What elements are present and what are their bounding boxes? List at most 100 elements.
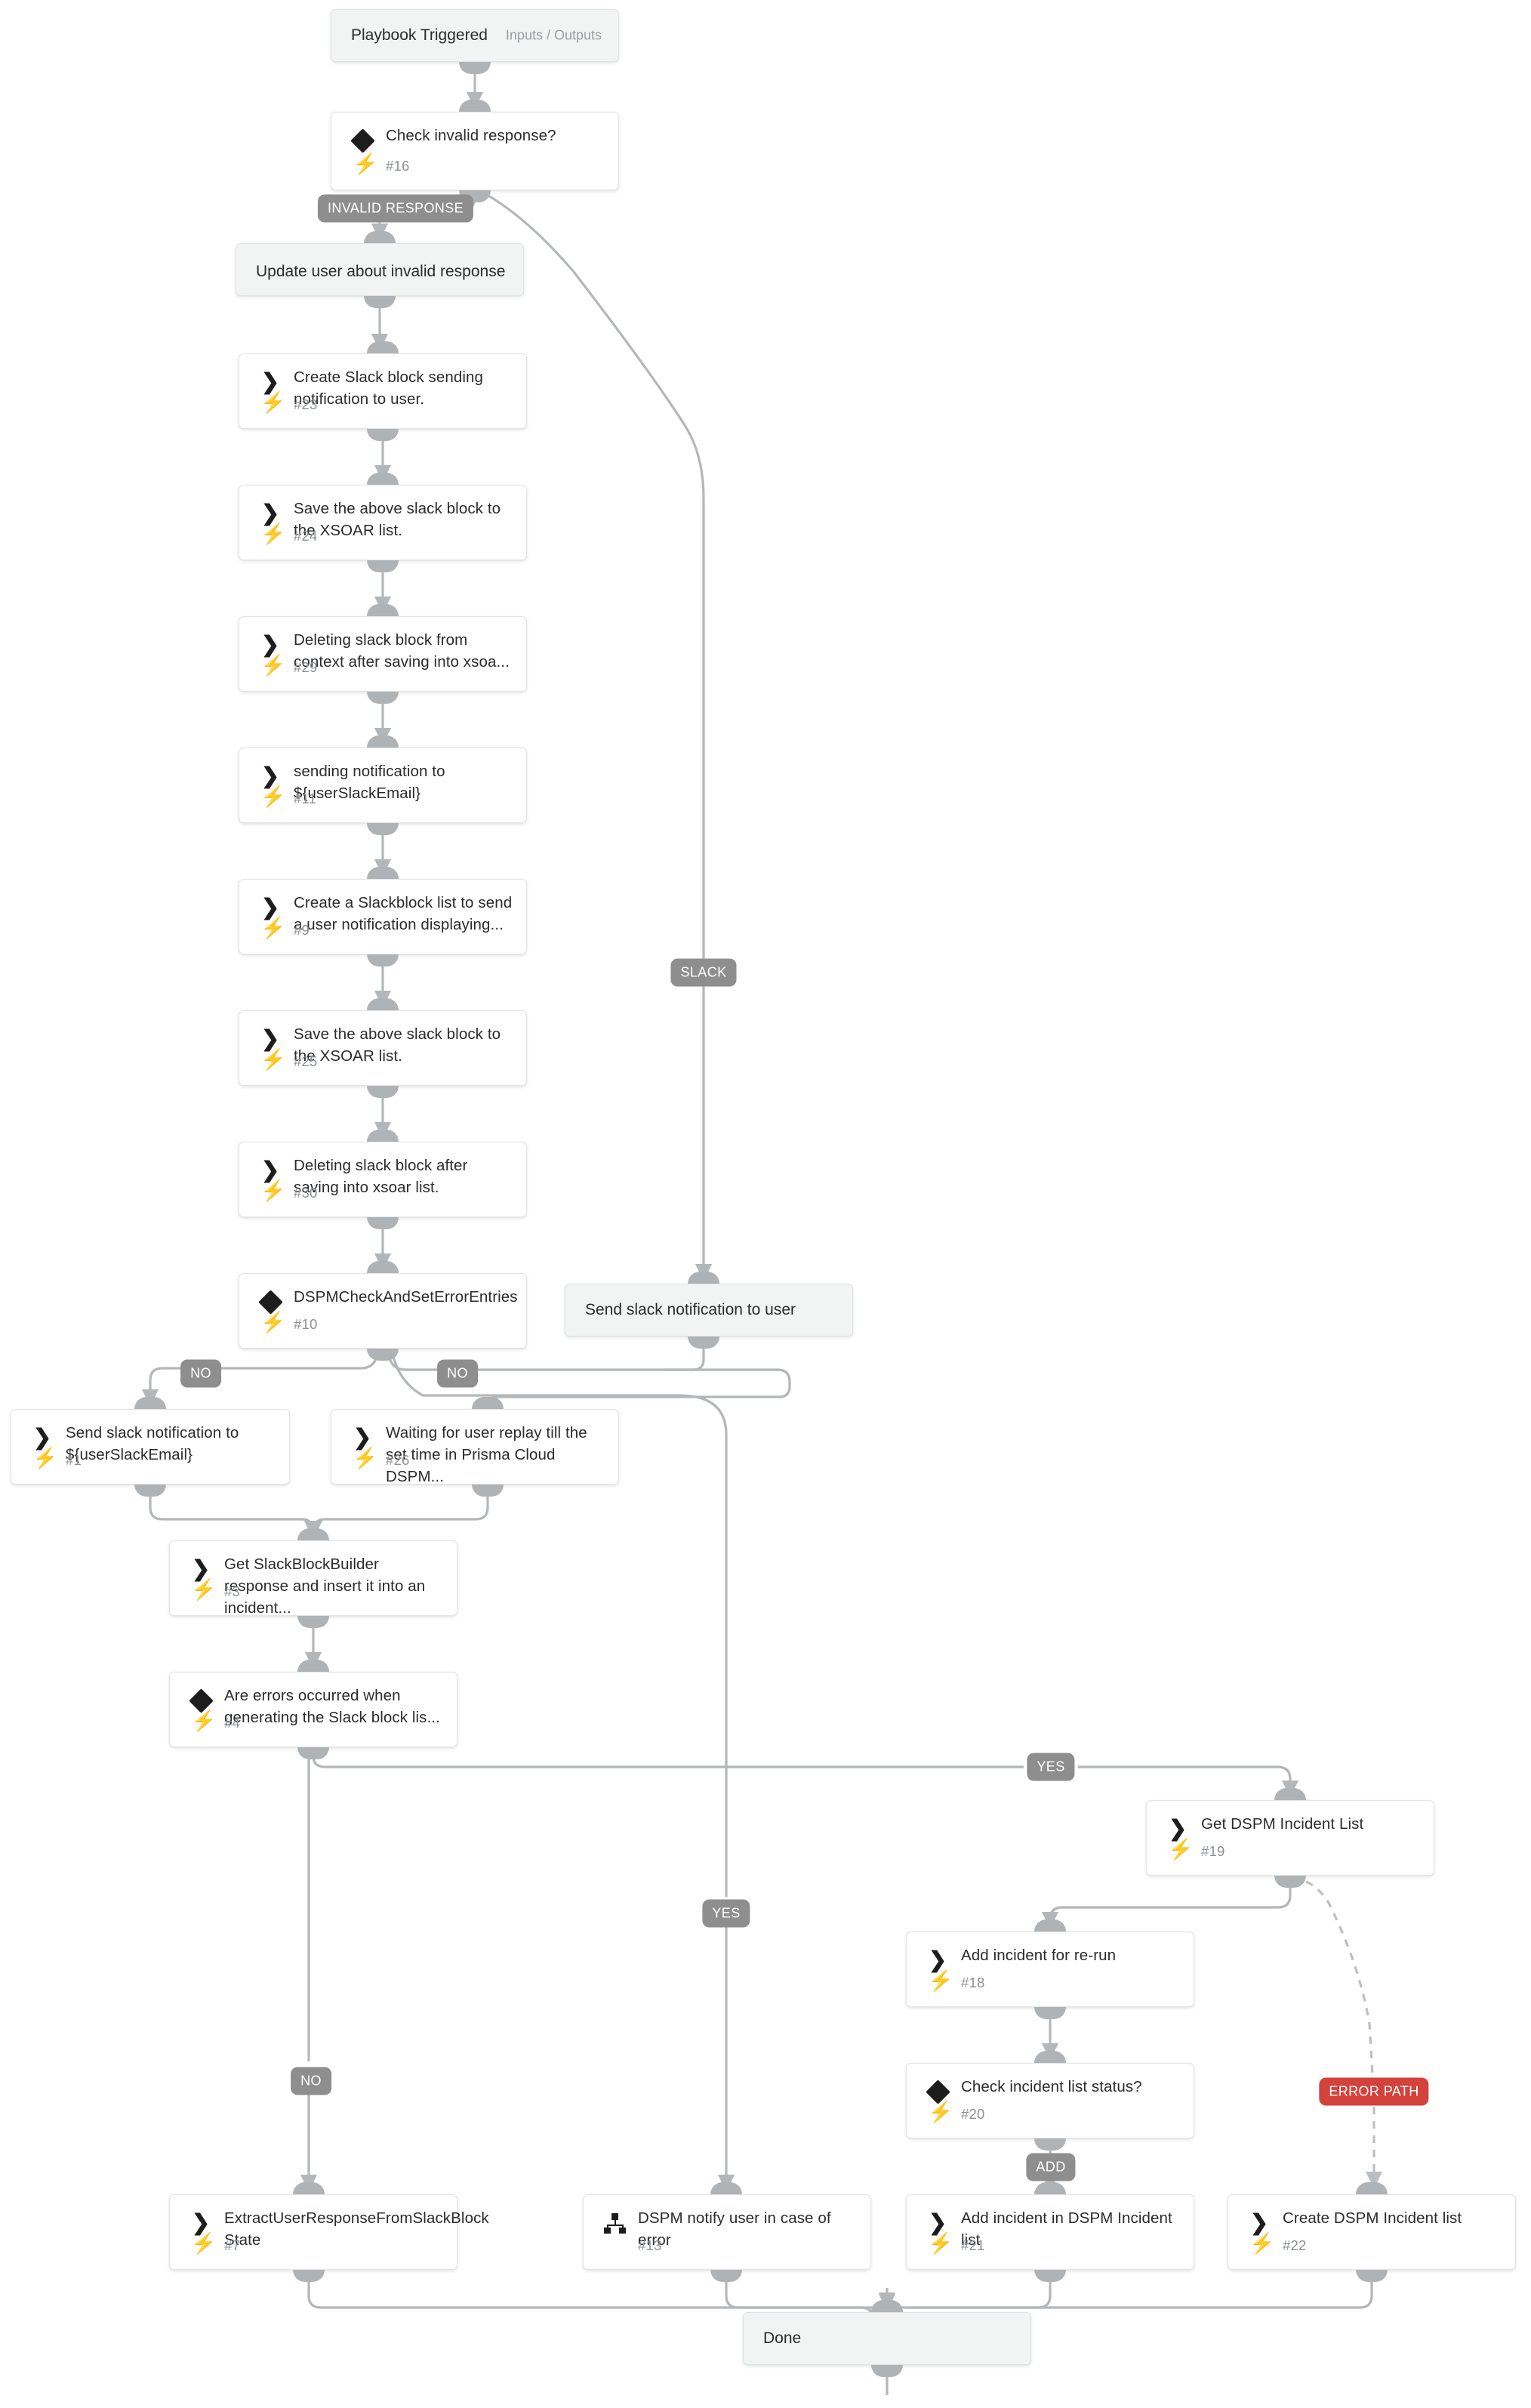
branch-label-yes-1[interactable]: YES bbox=[1027, 1753, 1075, 1781]
automation-chevron-icon: ❯ bbox=[260, 369, 280, 394]
node-title: Send slack notification to ${userSlackEm… bbox=[66, 1424, 239, 1463]
connector-top bbox=[1274, 1788, 1306, 1800]
node-title: Deleting slack block from context after … bbox=[294, 631, 510, 671]
automation-bolt-icon: ⚡ bbox=[260, 917, 286, 939]
connector-bottom bbox=[459, 62, 491, 74]
playbook-canvas[interactable]: Playbook Triggered Inputs / Outputs Chec… bbox=[0, 0, 1531, 2408]
node-create-slack-block-notification[interactable]: ❯ Create Slack block sending notificatio… bbox=[239, 353, 527, 429]
node-add-incident-in-dspm-incident-list[interactable]: ❯ Add incident in DSPM Incident list ⚡ #… bbox=[906, 2194, 1194, 2270]
node-create-dspm-incident-list[interactable]: ❯ Create DSPM Incident list ⚡ #22 bbox=[1228, 2194, 1516, 2270]
node-save-slack-block-xsoar-list-24[interactable]: ❯ Save the above slack block to the XSOA… bbox=[239, 485, 527, 560]
inputs-outputs-label[interactable]: Inputs / Outputs bbox=[506, 28, 602, 44]
automation-chevron-icon: ❯ bbox=[260, 895, 280, 920]
connector-bottom bbox=[364, 296, 396, 308]
task-number: #26 bbox=[386, 1452, 410, 1468]
node-are-errors-occurred[interactable]: Are errors occurred when generating the … bbox=[169, 1672, 457, 1747]
automation-bolt-icon: ⚡ bbox=[928, 2101, 953, 2123]
node-title: Save the above slack block to the XSOAR … bbox=[294, 1025, 501, 1065]
node-title: Get SlackBlockBuilder response and inser… bbox=[224, 1555, 426, 1617]
task-number: #3 bbox=[224, 1583, 240, 1599]
automation-bolt-icon: ⚡ bbox=[928, 1969, 953, 1992]
task-number: #19 bbox=[1201, 1843, 1225, 1859]
automation-bolt-icon: ⚡ bbox=[191, 2232, 217, 2255]
automation-bolt-icon: ⚡ bbox=[32, 1447, 58, 1469]
edge-layer bbox=[141, 65, 1383, 2395]
connector-bottom bbox=[1034, 2270, 1066, 2282]
branch-label-invalid-response[interactable]: INVALID RESPONSE bbox=[317, 194, 474, 223]
node-section-send-slack-notification[interactable]: Send slack notification to user bbox=[565, 1284, 853, 1337]
connector-top bbox=[297, 1528, 329, 1540]
task-number: #18 bbox=[961, 1975, 985, 1990]
connector-top bbox=[367, 1130, 399, 1142]
branch-label-slack[interactable]: SLACK bbox=[670, 958, 737, 987]
task-number: #4 bbox=[224, 1715, 240, 1731]
automation-chevron-icon: ❯ bbox=[260, 1158, 280, 1182]
connector-top bbox=[293, 2182, 325, 2194]
node-get-dspm-incident-list[interactable]: ❯ Get DSPM Incident List ⚡ #19 bbox=[1146, 1800, 1434, 1876]
task-number: #7 bbox=[224, 2237, 240, 2253]
connector-top bbox=[367, 473, 399, 485]
node-create-slackblock-list[interactable]: ❯ Create a Slackblock list to send a use… bbox=[239, 879, 527, 954]
connector-top bbox=[367, 867, 399, 879]
connector-top bbox=[1356, 2182, 1388, 2194]
connector-bottom bbox=[293, 2270, 325, 2282]
task-number: #29 bbox=[294, 659, 318, 675]
node-dspm-check-and-set-error-entries[interactable]: DSPMCheckAndSetErrorEntries ⚡ #10 bbox=[239, 1273, 527, 1349]
automation-chevron-icon: ❯ bbox=[928, 2210, 947, 2235]
connector-bottom bbox=[367, 1349, 399, 1361]
connector-bottom bbox=[688, 1337, 719, 1349]
task-number: #20 bbox=[961, 2106, 985, 2122]
branch-label-error-path[interactable]: ERROR PATH bbox=[1319, 2077, 1429, 2106]
automation-bolt-icon: ⚡ bbox=[260, 1179, 286, 1202]
node-title: DSPMCheckAndSetErrorEntries bbox=[294, 1288, 518, 1306]
automation-chevron-icon: ❯ bbox=[32, 1425, 52, 1450]
node-send-slack-notification-userslackemail[interactable]: ❯ Send slack notification to ${userSlack… bbox=[11, 1409, 290, 1485]
connector-top bbox=[134, 1397, 166, 1409]
branch-label-no-1[interactable]: NO bbox=[180, 1359, 221, 1388]
node-sending-notification-userslackemail[interactable]: ❯ sending notification to ${userSlackEma… bbox=[239, 748, 527, 823]
automation-chevron-icon: ❯ bbox=[260, 763, 280, 788]
automation-chevron-icon: ❯ bbox=[1168, 1816, 1188, 1841]
node-check-invalid-response[interactable]: Check invalid response? ⚡ #16 bbox=[331, 112, 619, 190]
task-number: #23 bbox=[294, 396, 318, 412]
node-dspm-notify-user-in-case-of-error[interactable]: DSPM notify user in case of error #13 bbox=[583, 2194, 871, 2270]
connector-bottom bbox=[367, 429, 399, 441]
branch-label-add[interactable]: ADD bbox=[1026, 2153, 1076, 2181]
condition-diamond-icon bbox=[350, 128, 375, 153]
node-title: sending notification to ${userSlackEmail… bbox=[294, 763, 445, 802]
automation-chevron-icon: ❯ bbox=[1249, 2210, 1269, 2235]
connector-top bbox=[472, 1397, 504, 1409]
connector-top bbox=[297, 1660, 329, 1672]
branch-label-no-2[interactable]: NO bbox=[437, 1359, 478, 1388]
node-add-incident-for-re-run[interactable]: ❯ Add incident for re-run ⚡ #18 bbox=[906, 1932, 1194, 2007]
connector-bottom bbox=[367, 954, 399, 967]
node-playbook-triggered[interactable]: Playbook Triggered Inputs / Outputs bbox=[331, 9, 619, 62]
node-check-incident-list-status[interactable]: Check incident list status? ⚡ #20 bbox=[906, 2063, 1194, 2138]
task-number: #22 bbox=[1283, 2237, 1307, 2253]
connector-bottom bbox=[297, 1616, 329, 1628]
automation-bolt-icon: ⚡ bbox=[260, 1048, 286, 1071]
connector-bottom bbox=[367, 1086, 399, 1098]
automation-chevron-icon: ❯ bbox=[260, 1026, 280, 1051]
connector-top bbox=[688, 1272, 719, 1284]
node-waiting-for-user-replay[interactable]: ❯ Waiting for user replay till the set t… bbox=[331, 1409, 619, 1485]
branch-label-no-3[interactable]: NO bbox=[291, 2067, 331, 2095]
node-section-update-user-invalid-response[interactable]: Update user about invalid response bbox=[236, 243, 524, 296]
task-number: #11 bbox=[294, 791, 317, 806]
automation-chevron-icon: ❯ bbox=[353, 1425, 372, 1450]
branch-label-yes-2[interactable]: YES bbox=[702, 1899, 750, 1928]
task-number: #21 bbox=[961, 2237, 985, 2253]
node-get-slackblockbuilder-response[interactable]: ❯ Get SlackBlockBuilder response and ins… bbox=[169, 1540, 457, 1617]
condition-diamond-icon bbox=[188, 1688, 214, 1713]
node-extract-user-response-from-slackblock-state[interactable]: ❯ ExtractUserResponseFromSlackBlock Stat… bbox=[169, 2194, 489, 2270]
automation-bolt-icon: ⚡ bbox=[928, 2232, 953, 2255]
node-title: Send slack notification to user bbox=[585, 1301, 796, 1318]
node-done[interactable]: Done bbox=[743, 2312, 1031, 2365]
node-save-slack-block-xsoar-list-25[interactable]: ❯ Save the above slack block to the XSOA… bbox=[239, 1010, 527, 1086]
automation-bolt-icon: ⚡ bbox=[260, 785, 286, 808]
connector-bottom bbox=[134, 1485, 166, 1497]
node-deleting-slack-block-after-saving[interactable]: ❯ Deleting slack block after saving into… bbox=[239, 1142, 527, 1217]
automation-bolt-icon: ⚡ bbox=[191, 1578, 217, 1601]
node-deleting-slack-block-from-context[interactable]: ❯ Deleting slack block from context afte… bbox=[239, 616, 527, 692]
node-title: Check incident list status? bbox=[961, 2078, 1142, 2095]
